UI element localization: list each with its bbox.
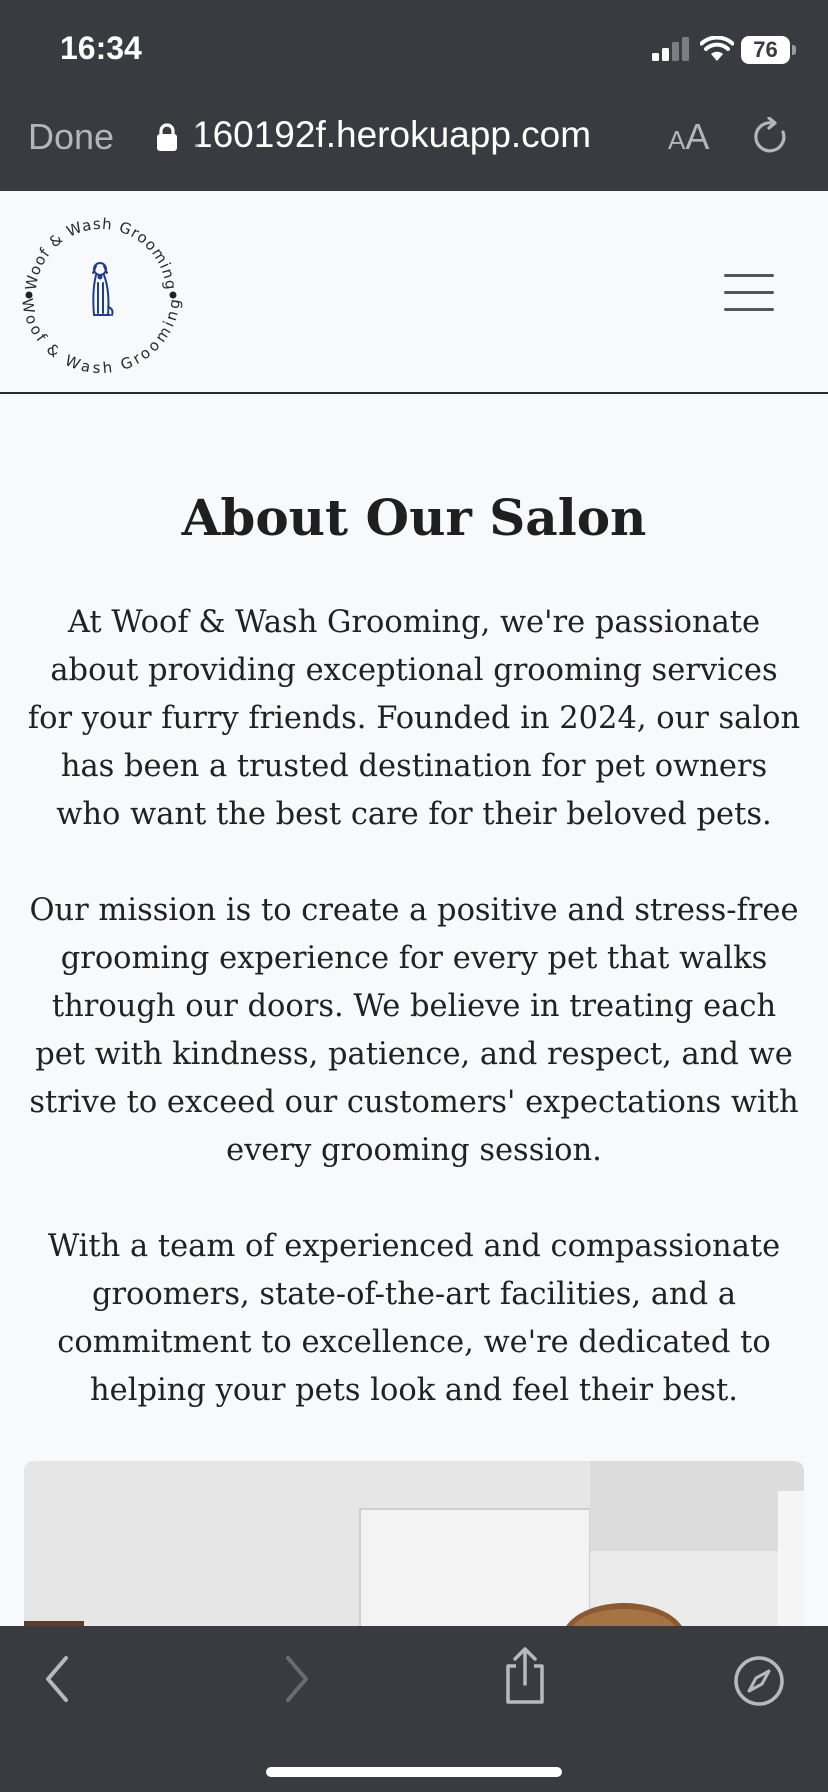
about-paragraph-2: Our mission is to create a positive and … (29, 893, 799, 1168)
url-bar: Done 160192f.herokuapp.com AA (0, 100, 828, 191)
wifi-icon (700, 36, 734, 61)
done-button[interactable]: Done (28, 116, 114, 158)
page-title: About Our Salon (181, 488, 647, 547)
about-paragraph-1: At Woof & Wash Grooming, we're passionat… (27, 605, 801, 832)
status-time: 16:34 (60, 30, 142, 66)
svg-text:Woof & Wash Grooming: Woof & Wash Grooming (22, 215, 180, 292)
menu-bar-bottom (724, 308, 774, 311)
about-paragraph-3: With a team of experienced and compassio… (47, 1229, 781, 1408)
browser-top-chrome: 16:34 76 Done 160192f.herokuapp.com AA (0, 0, 828, 191)
compass-icon[interactable] (732, 1654, 786, 1708)
logo-text-top: Woof & Wash Grooming (22, 215, 179, 292)
logo-text-bottom: Woof & Wash Grooming (18, 297, 183, 377)
text-size-button[interactable]: AA (668, 116, 709, 158)
site-logo[interactable]: Woof & Wash Grooming Woof & Wash Groomin… (18, 211, 184, 377)
site-header: Woof & Wash Grooming Woof & Wash Groomin… (0, 191, 828, 394)
menu-bar-top (724, 274, 774, 277)
battery-tip (792, 45, 796, 55)
salon-photo (24, 1461, 804, 1631)
text-size-small-a: A (668, 125, 686, 155)
text-size-big-a: A (685, 116, 710, 157)
battery-level: 76 (741, 36, 790, 64)
dog-icon (92, 262, 114, 316)
cellular-signal-icon (652, 37, 689, 61)
lock-icon (157, 123, 177, 151)
url-fade (192, 118, 200, 152)
hamburger-menu-icon[interactable] (724, 271, 776, 311)
chevron-right-icon[interactable] (282, 1652, 312, 1706)
status-bar: 16:34 76 (0, 0, 828, 100)
salon-photo-illustration (24, 1461, 804, 1631)
url-address[interactable]: 160192f.herokuapp.com (192, 114, 591, 156)
share-icon[interactable] (502, 1646, 548, 1706)
svg-text:Woof & Wash Grooming: Woof & Wash Grooming (18, 297, 184, 377)
menu-bar-middle (724, 291, 774, 294)
chevron-left-icon[interactable] (42, 1652, 72, 1706)
browser-bottom-toolbar (0, 1626, 828, 1792)
battery-icon: 76 (741, 36, 797, 64)
reload-icon[interactable] (752, 117, 792, 157)
home-indicator (266, 1767, 562, 1777)
